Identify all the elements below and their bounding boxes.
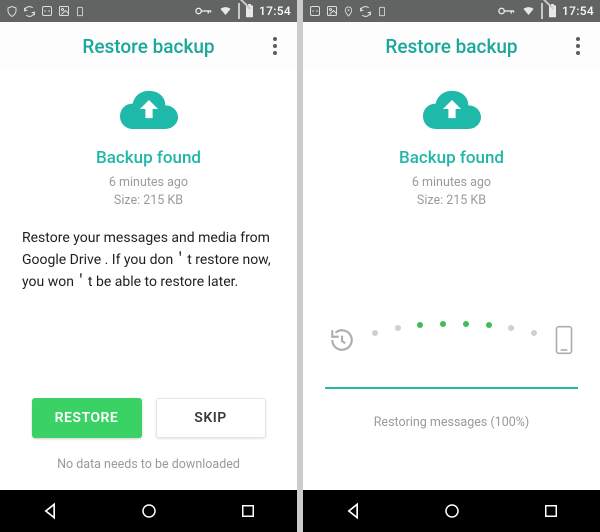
backup-size: Size: 215 KB (109, 192, 188, 210)
content-area: Backup found 6 minutes ago Size: 215 KB … (303, 70, 600, 490)
nav-home-button[interactable] (129, 491, 169, 531)
shield-icon (6, 5, 18, 18)
status-bar: 17:54 (0, 0, 297, 22)
backup-age: 6 minutes ago (109, 174, 188, 192)
vpn-key-icon (195, 6, 213, 16)
restore-description: Restore your messages and media from Goo… (0, 210, 297, 293)
status-left-icons (309, 5, 387, 18)
clock: 17:54 (259, 4, 291, 18)
phone-left: 17:54 Restore backup Backup found 6 minu… (0, 0, 297, 532)
skip-button[interactable]: SKIP (156, 398, 266, 438)
phone-outline-icon (554, 325, 574, 355)
footer-note: No data needs to be downloaded (0, 457, 297, 472)
nav-recents-button[interactable] (531, 491, 571, 531)
backup-size: Size: 215 KB (412, 192, 491, 210)
image-icon (326, 5, 338, 17)
cloud-upload-icon (120, 88, 178, 134)
nav-bar (0, 490, 297, 532)
app-header: Restore backup (0, 22, 297, 70)
button-row: RESTORE SKIP (0, 398, 297, 438)
status-bar: 17:54 (303, 0, 600, 22)
cloud-upload-icon (423, 88, 481, 134)
device-icon (75, 5, 85, 18)
app-header: Restore backup (303, 22, 600, 70)
app-icon (309, 5, 321, 17)
history-icon (329, 327, 355, 353)
nav-bar (303, 490, 600, 532)
status-right-icons: 17:54 (498, 4, 594, 18)
backup-found-title: Backup found (399, 148, 504, 168)
app-icon (41, 5, 53, 17)
overflow-menu-button[interactable] (566, 34, 590, 58)
header-title: Restore backup (385, 35, 517, 58)
progress-bar (325, 387, 578, 389)
restore-progress: Restoring messages (100%) (325, 325, 578, 430)
backup-found-title: Backup found (96, 148, 201, 168)
restore-button[interactable]: RESTORE (32, 398, 142, 438)
nav-back-button[interactable] (30, 491, 70, 531)
wifi-icon (218, 5, 233, 17)
backup-age: 6 minutes ago (412, 174, 491, 192)
sync-icon (359, 5, 372, 18)
progress-arc (325, 325, 578, 355)
vpn-key-icon (498, 6, 516, 16)
device-icon (377, 5, 387, 18)
clock: 17:54 (562, 4, 594, 18)
content-area: Backup found 6 minutes ago Size: 215 KB … (0, 70, 297, 490)
sync-icon (23, 5, 36, 18)
backup-meta: 6 minutes ago Size: 215 KB (412, 174, 491, 210)
header-title: Restore backup (82, 35, 214, 58)
overflow-menu-button[interactable] (263, 34, 287, 58)
no-sim-icon (238, 4, 240, 18)
location-icon (343, 5, 354, 18)
nav-back-button[interactable] (333, 491, 373, 531)
phone-right: 17:54 Restore backup Backup found 6 minu… (303, 0, 600, 532)
backup-meta: 6 minutes ago Size: 215 KB (109, 174, 188, 210)
status-right-icons: 17:54 (195, 4, 291, 18)
wifi-icon (521, 5, 536, 17)
nav-home-button[interactable] (432, 491, 472, 531)
nav-recents-button[interactable] (228, 491, 268, 531)
progress-status-text: Restoring messages (100%) (325, 415, 578, 430)
image-icon (58, 5, 70, 17)
no-sim-icon (541, 4, 543, 18)
status-left-icons (6, 5, 85, 18)
